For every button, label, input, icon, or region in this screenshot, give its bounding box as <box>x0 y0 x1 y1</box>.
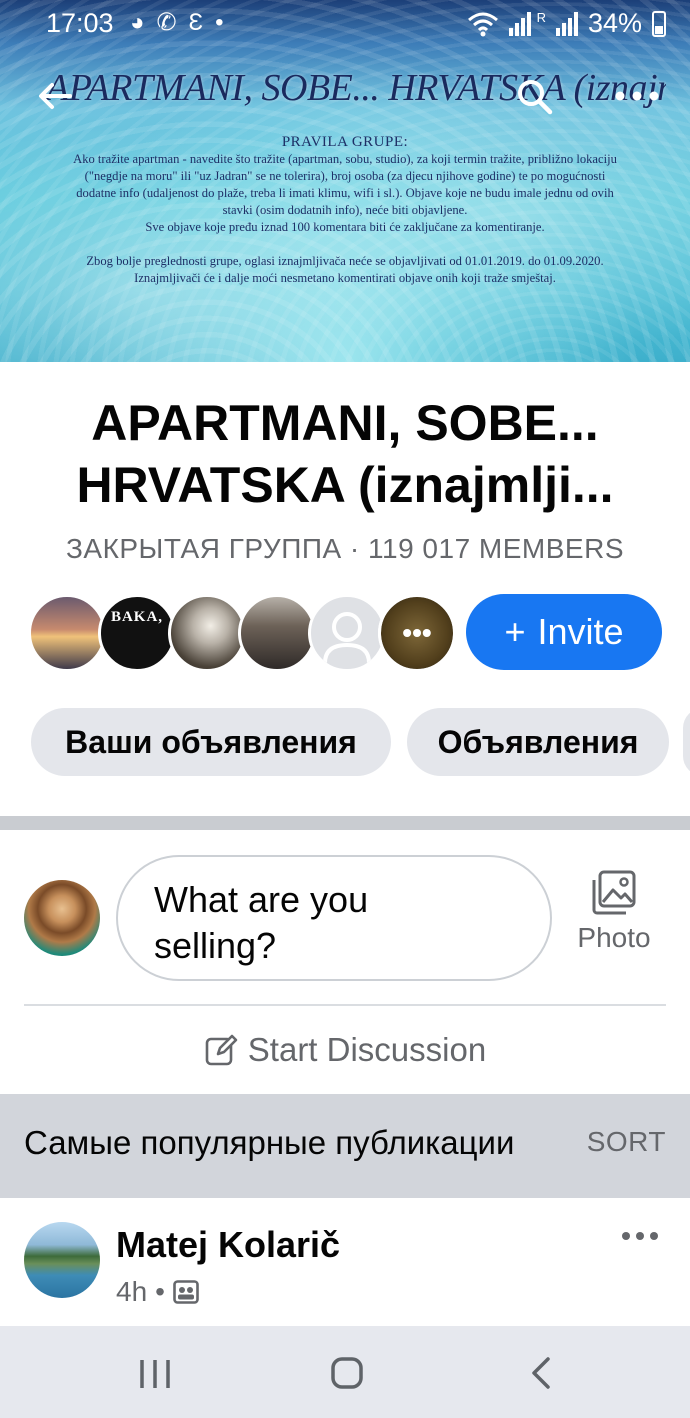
back-arrow-icon[interactable] <box>34 76 74 116</box>
default-avatar-icon <box>323 612 371 664</box>
start-discussion-label: Start Discussion <box>247 1031 487 1068</box>
post-time[interactable]: 4h <box>116 1276 147 1308</box>
popular-posts-title: Самые популярные публикации <box>24 1124 515 1161</box>
group-tabs: Ваши объявления Объявления <box>31 708 690 776</box>
roaming-label: R <box>536 10 546 25</box>
invite-button[interactable]: + Invite <box>466 594 662 670</box>
avatar[interactable] <box>24 880 100 956</box>
avatar[interactable]: BAKA, <box>98 594 176 672</box>
status-time: 17:03 <box>46 8 114 38</box>
rules-heading: PRAVILA GRUPE: <box>281 134 409 150</box>
start-discussion-button[interactable]: Start Discussion <box>0 1026 690 1074</box>
divider <box>24 1004 666 1006</box>
e-network-icon: Ɛ <box>188 9 204 36</box>
meta-separator: • <box>155 1276 165 1307</box>
more-members-icon[interactable]: ••• <box>378 594 456 672</box>
more-options-icon[interactable] <box>612 84 662 108</box>
avatar[interactable] <box>28 594 106 672</box>
tab-listings[interactable]: Объявления <box>407 708 669 776</box>
photo-icon <box>592 870 636 915</box>
edit-icon <box>205 1034 238 1066</box>
dot-icon: • <box>215 9 224 36</box>
wifi-call-icon: ✆ <box>156 9 177 36</box>
popular-posts-header: Самые популярные публикации SORT <box>0 1094 690 1198</box>
composer-placeholder: What are you <box>154 879 369 920</box>
post-author[interactable]: Matej Kolarič <box>116 1224 340 1266</box>
rules-line: stavki (osim dodatnih info), neće biti o… <box>222 203 468 217</box>
messenger-icon: ◕ <box>130 9 145 36</box>
group-name-line: APARTMANI, SOBE... <box>91 395 599 451</box>
cover-title: APARTMANI, SOBE... HRVATSKA (iznajmljiva… <box>46 67 666 109</box>
battery-percent: 34% <box>587 8 642 38</box>
battery-icon <box>652 10 666 37</box>
avatar[interactable] <box>24 1222 100 1298</box>
back-icon[interactable] <box>526 1356 556 1390</box>
post-more-options-icon[interactable] <box>620 1224 660 1248</box>
invite-label: Invite <box>537 611 624 652</box>
avatar[interactable] <box>238 594 316 672</box>
status-bar: 17:03 ◕ ✆ Ɛ • R 34% <box>0 0 690 48</box>
group-meta[interactable]: ЗАКРЫТАЯ ГРУППА · 119 017 MEMBERS <box>0 533 690 565</box>
rules-line: Sve objave koje pređu iznad 100 komentar… <box>145 220 545 234</box>
photo-label: Photo <box>577 922 651 953</box>
notice-line: Iznajmljivači će i dalje moći nesmetano … <box>134 271 556 285</box>
notice-line: Zbog bolje preglednosti grupe, oglasi iz… <box>86 254 604 268</box>
group-name: APARTMANI, SOBE... HRVATSKA (iznajmlji..… <box>20 392 670 516</box>
avatar-badge-text: BAKA, <box>110 609 164 625</box>
cover-rules: PRAVILA GRUPE: Ako tražite apartman - na… <box>10 134 680 287</box>
section-divider <box>0 816 690 830</box>
sell-composer-input[interactable]: What are you selling? <box>116 855 552 981</box>
tab-overflow[interactable] <box>683 708 690 776</box>
recent-apps-icon[interactable] <box>138 1358 172 1390</box>
group-name-line: HRVATSKA (iznajmlji... <box>76 457 614 513</box>
post-meta: 4h • <box>116 1276 199 1308</box>
group-audience-icon <box>173 1280 199 1304</box>
rules-line: Ako tražite apartman - navedite što traž… <box>73 152 617 166</box>
plus-icon: + <box>504 611 526 652</box>
wifi-icon <box>467 12 498 36</box>
system-nav-bar <box>0 1326 690 1418</box>
signal-icon <box>508 11 531 36</box>
signal-icon-2 <box>555 11 578 36</box>
avatar[interactable] <box>168 594 246 672</box>
home-icon[interactable] <box>330 1356 364 1390</box>
tab-your-listings[interactable]: Ваши объявления <box>31 708 391 776</box>
avatar[interactable] <box>308 594 386 672</box>
rules-line: ("negdje na moru" ili "uz Jadran" se ne … <box>84 169 606 183</box>
rules-line: dodatne info (udaljenost do plaže, treba… <box>76 186 614 200</box>
group-cover-photo[interactable]: APARTMANI, SOBE... HRVATSKA (iznajmljiva… <box>0 0 690 362</box>
photo-button[interactable]: Photo <box>572 870 656 970</box>
composer-placeholder: selling? <box>154 925 277 966</box>
sort-button[interactable]: SORT <box>587 1126 666 1158</box>
search-icon[interactable] <box>514 76 554 116</box>
